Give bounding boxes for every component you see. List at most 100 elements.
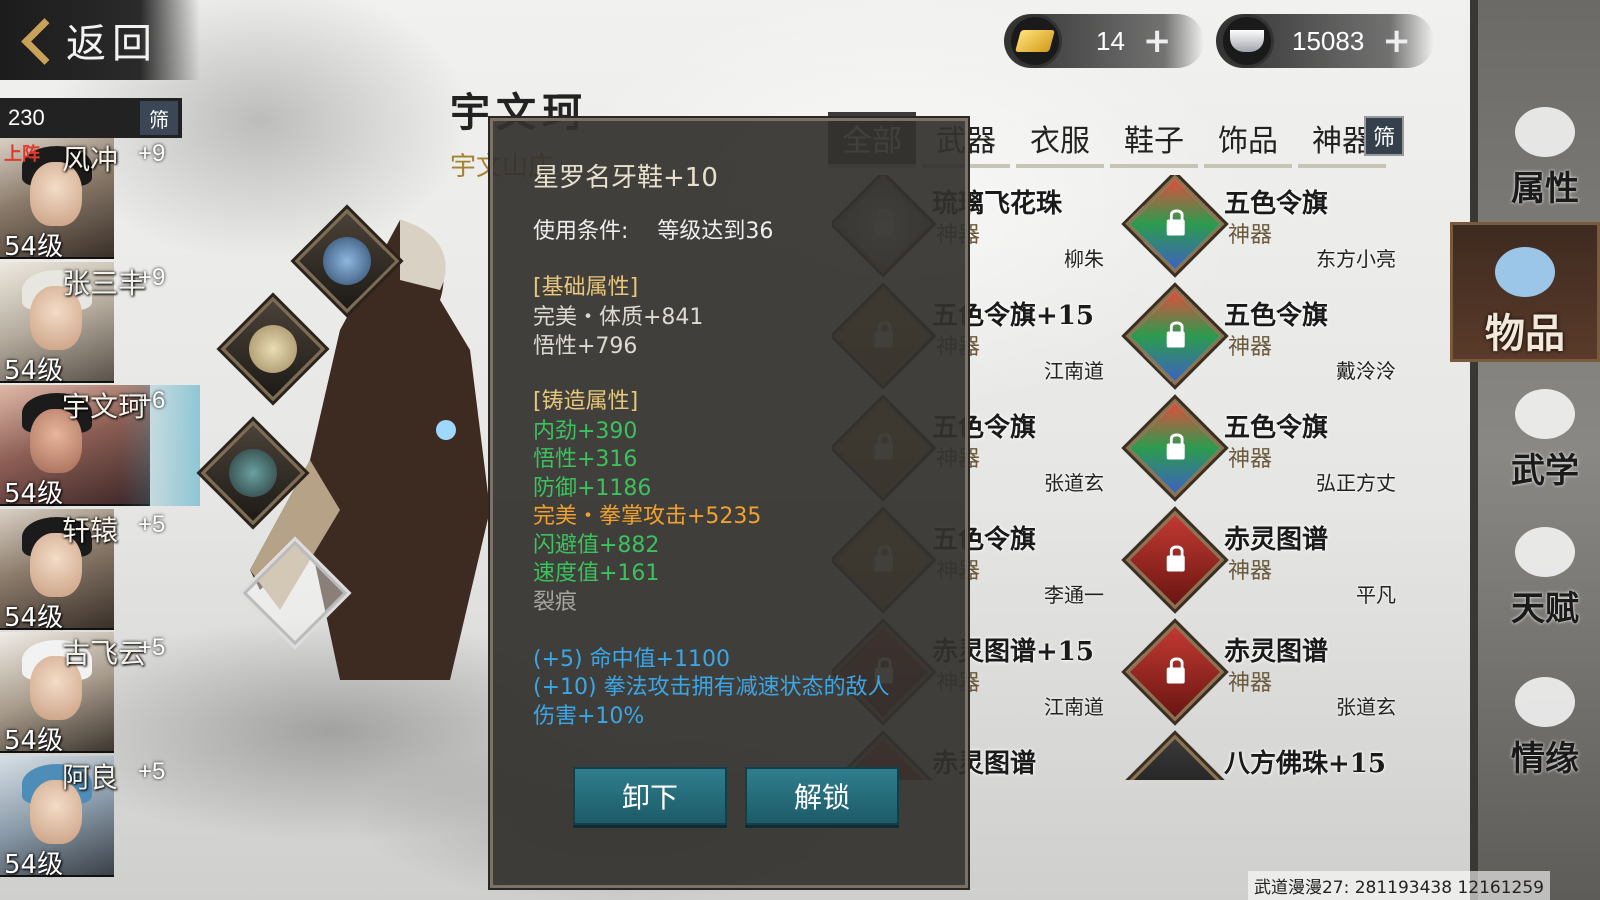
item-detail-popup: 星罗名牙鞋+10 使用条件: 等级达到36 [基础属性] 完美・体质+841 悟…	[490, 118, 968, 888]
hero-card[interactable]: 轩辕 +5 54级	[0, 508, 210, 633]
hero-name: 宇文珂	[62, 390, 147, 423]
item-card[interactable]: 八方佛珠+15	[1124, 734, 1410, 780]
nav-relationships[interactable]: 情缘	[1490, 660, 1600, 780]
item-owner: 江南道	[1044, 359, 1104, 383]
hero-name: 张三丰	[62, 266, 147, 300]
hero-bonus: +9	[138, 140, 166, 167]
hero-level: 54级	[4, 479, 64, 509]
item-owner: 张道玄	[1336, 695, 1396, 719]
unequip-button[interactable]: 卸下	[573, 767, 727, 825]
nav-label: 天赋	[1511, 589, 1579, 629]
item-filter-button[interactable]: 筛	[1364, 116, 1404, 156]
bonus-attribute-line: (+10) 拳法攻击拥有减速状态的敌人	[533, 675, 890, 700]
nav-talent[interactable]: 天赋	[1490, 510, 1600, 630]
book-icon	[1125, 622, 1225, 722]
item-card[interactable]: 五色令旗 神器 东方小亮	[1124, 175, 1410, 281]
heart-icon	[1515, 677, 1575, 727]
scroll-icon	[1515, 107, 1575, 157]
popup-item-title: 星罗名牙鞋+10	[533, 163, 718, 193]
forge-attributes-header: [铸造属性]	[533, 389, 639, 414]
hero-name: 轩辕	[62, 513, 119, 547]
hero-name: 风冲	[62, 143, 119, 176]
silver-ingot-icon	[1220, 14, 1274, 68]
bonus-attribute-line: 伤害+10%	[533, 704, 645, 729]
flag-icon	[1125, 286, 1225, 386]
hero-level: 54级	[4, 726, 64, 756]
book-icon	[1125, 510, 1225, 610]
hero-bonus: +9	[138, 263, 166, 291]
side-navigation: 属性 物品 武学 天赋 情缘	[1450, 0, 1600, 900]
base-attributes-header: [基础属性]	[533, 275, 639, 300]
item-name: 赤灵图谱	[1224, 637, 1329, 667]
nav-label: 武学	[1511, 451, 1579, 491]
back-button[interactable]: 返回	[0, 0, 200, 80]
item-type: 神器	[1228, 559, 1273, 584]
gold-amount: 14	[1096, 25, 1125, 56]
roster-header: 230 筛	[0, 98, 182, 138]
nav-attributes[interactable]: 属性	[1490, 90, 1600, 210]
item-card[interactable]: 五色令旗 神器 弘正方丈	[1124, 398, 1410, 505]
item-owner: 戴泠泠	[1336, 359, 1396, 383]
nav-items[interactable]: 物品	[1450, 222, 1600, 362]
lock-icon	[1166, 443, 1185, 460]
item-name: 八方佛珠+15	[1224, 749, 1386, 779]
hero-card-selected[interactable]: 宇文珂 +6 54级	[0, 385, 210, 509]
talent-tree-icon	[1515, 527, 1575, 577]
popup-use-condition: 使用条件: 等级达到36	[533, 213, 773, 245]
hero-card[interactable]: 上阵 风冲 +9 54级	[0, 138, 210, 262]
forge-attribute-line: 速度值+161	[533, 561, 660, 586]
condition-label: 使用条件:	[533, 219, 629, 244]
roster-filter-button[interactable]: 筛	[140, 101, 178, 135]
item-type: 神器	[1228, 447, 1273, 472]
hero-bonus: +5	[138, 757, 166, 785]
nav-martial-arts[interactable]: 武学	[1490, 372, 1600, 492]
tab-accessory[interactable]: 饰品	[1204, 112, 1292, 168]
item-type: 神器	[1228, 671, 1273, 696]
item-card[interactable]: 赤灵图谱 神器 张道玄	[1124, 622, 1410, 729]
item-owner: 平凡	[1356, 583, 1396, 607]
gold-currency: 14 +	[1004, 14, 1204, 68]
tab-clothes[interactable]: 衣服	[1016, 112, 1104, 168]
hero-level: 54级	[4, 232, 64, 262]
lock-icon	[1166, 555, 1185, 572]
gift-box-icon	[1495, 247, 1555, 297]
flag-icon	[1125, 398, 1225, 498]
hero-name: 古飞云	[62, 637, 147, 670]
item-card[interactable]: 赤灵图谱 神器 平凡	[1124, 510, 1410, 617]
add-gold-button[interactable]: +	[1143, 21, 1172, 61]
silver-currency: 15083 +	[1216, 14, 1434, 68]
flag-icon	[1125, 175, 1225, 274]
item-name: 五色令旗	[1224, 413, 1329, 443]
tab-shoes[interactable]: 鞋子	[1110, 112, 1198, 168]
back-label: 返回	[66, 21, 158, 67]
item-name: 五色令旗	[1224, 301, 1329, 331]
chevron-left-icon	[18, 17, 52, 63]
item-card[interactable]: 五色令旗 神器 戴泠泠	[1124, 286, 1410, 393]
gold-ingot-icon	[1008, 14, 1062, 68]
item-owner: 江南道	[1044, 695, 1104, 719]
deployed-tag: 上阵	[4, 144, 40, 165]
hero-card[interactable]: 张三丰 +9 54级	[0, 261, 210, 386]
book-stack-icon	[1515, 389, 1575, 439]
hero-card[interactable]: 古飞云 +5 54级	[0, 632, 210, 756]
forge-attribute-line: 裂痕	[533, 590, 578, 615]
hero-card[interactable]: 阿良 +5 54级	[0, 755, 210, 880]
hero-level: 54级	[4, 849, 64, 880]
base-attribute-line: 完美・体质+841	[533, 305, 704, 330]
nav-label: 属性	[1511, 169, 1579, 209]
hero-name: 阿良	[62, 760, 119, 794]
lock-icon	[1166, 331, 1185, 348]
add-silver-button[interactable]: +	[1382, 21, 1411, 61]
forge-attribute-line: 悟性+316	[533, 447, 638, 472]
forge-attribute-line: 完美・拳掌攻击+5235	[533, 504, 762, 529]
item-owner: 柳朱	[1064, 247, 1104, 271]
unlock-button[interactable]: 解锁	[745, 767, 899, 825]
footer-info: 武道漫漫27: 281193438 12161259	[1247, 871, 1550, 900]
hero-bonus: +5	[138, 634, 166, 661]
hero-level: 54级	[4, 602, 64, 633]
nav-label: 情缘	[1511, 739, 1579, 779]
item-type: 神器	[1228, 223, 1273, 248]
item-owner: 东方小亮	[1316, 247, 1396, 271]
hero-roster: 上阵 风冲 +9 54级 张三丰 +9 54级 宇文珂 +6 54级 轩辕 +5…	[0, 138, 210, 880]
nav-label: 物品	[1485, 310, 1565, 357]
